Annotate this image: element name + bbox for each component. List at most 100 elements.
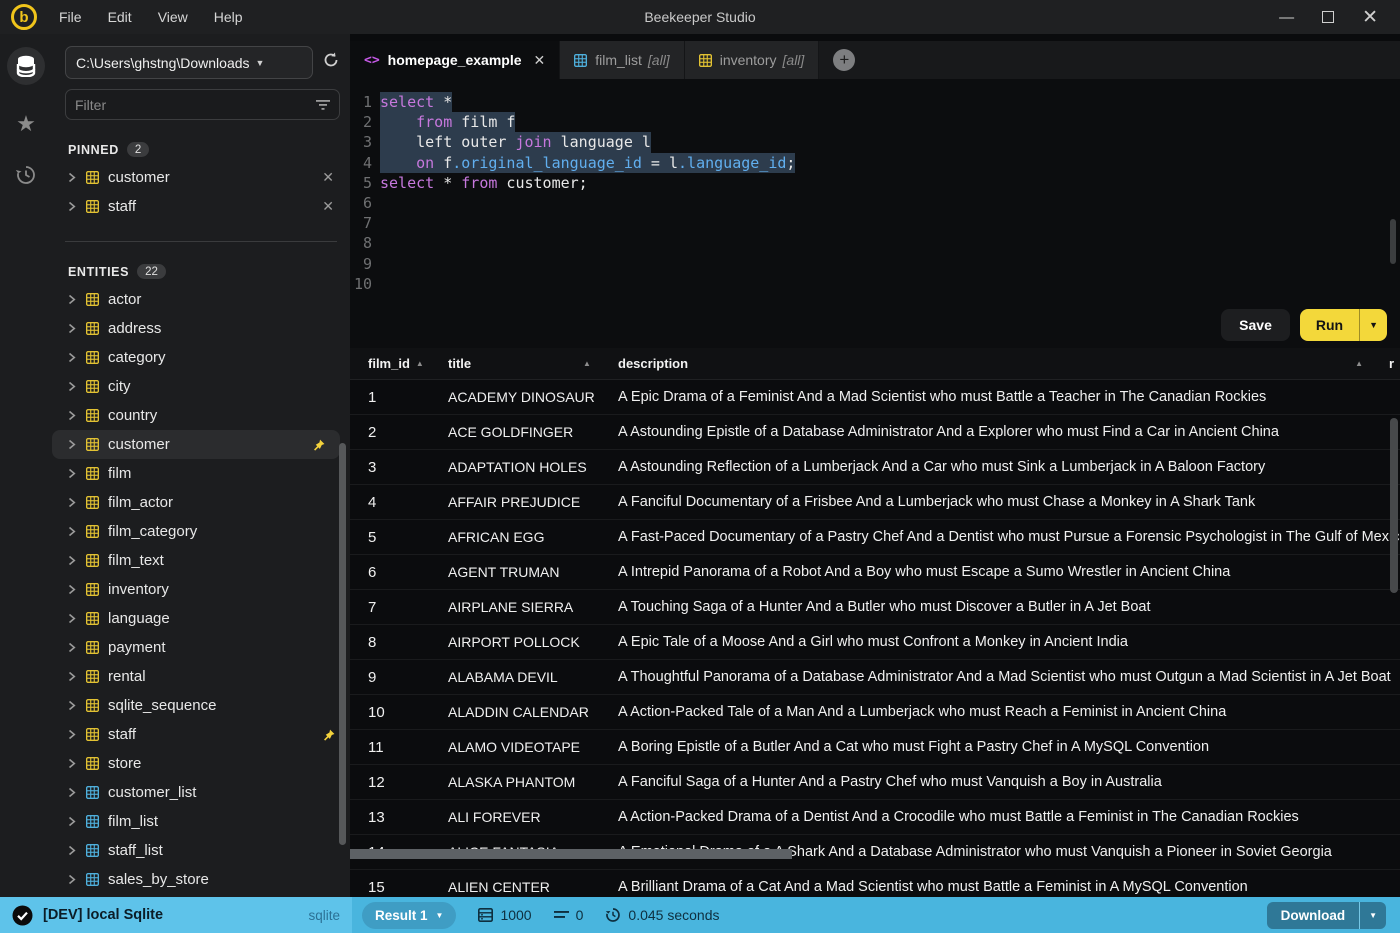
chevron-right-icon[interactable] (68, 758, 82, 769)
sidebar-item-film_list[interactable]: film_list (52, 807, 350, 836)
sidebar-scrollbar[interactable] (339, 443, 346, 845)
menu-file[interactable]: File (59, 9, 82, 25)
menu-edit[interactable]: Edit (108, 9, 132, 25)
pinned-item-staff[interactable]: staff ✕ (52, 192, 350, 221)
tab-homepage_example[interactable]: <> homepage_example ✕ (350, 41, 561, 79)
sort-arrow-icon[interactable]: ▲ (583, 359, 591, 368)
cell-film-id[interactable]: 4 (368, 494, 448, 511)
chevron-right-icon[interactable] (68, 584, 82, 595)
tab-close-icon[interactable]: ✕ (534, 52, 546, 69)
cell-title[interactable]: AIRPORT POLLOCK (448, 634, 618, 650)
editor-line-9[interactable]: 9 (350, 254, 1400, 274)
editor-line-2[interactable]: 2 from film f (350, 112, 1400, 133)
column-header-film_id[interactable]: film_id ▲ (368, 356, 448, 371)
minimize-icon[interactable]: — (1279, 10, 1294, 25)
table-row[interactable]: 3 ADAPTATION HOLES A Astounding Reflection… (350, 450, 1400, 485)
cell-description[interactable]: A Astounding Epistle of a Database Admin… (618, 424, 1400, 440)
chevron-right-icon[interactable] (68, 816, 82, 827)
chevron-right-icon[interactable] (68, 497, 82, 508)
sidebar-item-address[interactable]: address (52, 314, 350, 343)
sidebar-item-category[interactable]: category (52, 343, 350, 372)
cell-film-id[interactable]: 3 (368, 459, 448, 476)
cell-title[interactable]: ALAMO VIDEOTAPE (448, 739, 618, 755)
cell-description[interactable]: A Fanciful Documentary of a Frisbee And … (618, 494, 1400, 510)
column-header-description[interactable]: description (618, 356, 1400, 371)
cell-title[interactable]: ACE GOLDFINGER (448, 424, 618, 440)
download-dropdown-caret[interactable]: ▼ (1360, 901, 1386, 929)
table-row[interactable]: 1 ACADEMY DINOSAUR A Epic Drama of a Femin… (350, 380, 1400, 415)
chevron-right-icon[interactable] (68, 294, 82, 305)
cell-title[interactable]: AFFAIR PREJUDICE (448, 494, 618, 510)
cell-title[interactable]: ACADEMY DINOSAUR (448, 389, 618, 405)
chevron-right-icon[interactable] (68, 787, 82, 798)
maximize-icon[interactable] (1322, 11, 1335, 23)
cell-film-id[interactable]: 9 (368, 669, 448, 686)
refresh-button[interactable] (322, 51, 340, 74)
cell-film-id[interactable]: 10 (368, 704, 448, 721)
cell-description[interactable]: A Epic Drama of a Feminist And a Mad Sci… (618, 389, 1400, 405)
unpin-close-icon[interactable]: ✕ (322, 169, 334, 186)
table-row[interactable]: 6 AGENT TRUMAN A Intrepid Panorama of a Ro… (350, 555, 1400, 590)
chevron-right-icon[interactable] (68, 729, 82, 740)
editor-line-3[interactable]: 3 left outer join language l (350, 132, 1400, 153)
cell-description[interactable]: A Brilliant Drama of a Cat And a Mad Sci… (618, 879, 1400, 895)
cell-title[interactable]: ADAPTATION HOLES (448, 459, 618, 475)
chevron-right-icon[interactable] (68, 671, 82, 682)
run-button[interactable]: Run ▼ (1299, 309, 1387, 341)
pin-icon[interactable] (322, 728, 336, 742)
sort-arrow-icon[interactable]: ▲ (1355, 359, 1363, 368)
run-dropdown-caret[interactable]: ▼ (1360, 309, 1387, 341)
favorites-button[interactable]: ★ (0, 111, 52, 137)
chevron-right-icon[interactable] (68, 323, 82, 334)
cell-title[interactable]: ALADDIN CALENDAR (448, 704, 618, 720)
cell-title[interactable]: AFRICAN EGG (448, 529, 618, 545)
cell-film-id[interactable]: 1 (368, 389, 448, 406)
table-row[interactable]: 12 ALASKA PHANTOM A Fanciful Saga of a Hun… (350, 765, 1400, 800)
cell-description[interactable]: A Action-Packed Drama of a Dentist And a… (618, 809, 1400, 825)
cell-film-id[interactable]: 5 (368, 529, 448, 546)
sidebar-item-customer_list[interactable]: customer_list (52, 778, 350, 807)
chevron-right-icon[interactable] (68, 845, 82, 856)
sidebar-item-film[interactable]: film (52, 459, 350, 488)
cell-description[interactable]: A Touching Saga of a Hunter And a Butler… (618, 599, 1400, 615)
sidebar-item-rental[interactable]: rental (52, 662, 350, 691)
tab-inventory[interactable]: inventory [all] (684, 41, 820, 79)
tab-film_list[interactable]: film_list [all] (560, 41, 685, 79)
cell-description[interactable]: A Action-Packed Tale of a Man And a Lumb… (618, 704, 1400, 720)
sidebar-item-country[interactable]: country (52, 401, 350, 430)
database-panel-button[interactable] (7, 47, 45, 85)
sidebar-item-payment[interactable]: payment (52, 633, 350, 662)
chevron-right-icon[interactable] (68, 410, 82, 421)
sidebar-item-store[interactable]: store (52, 749, 350, 778)
cell-title[interactable]: ALIEN CENTER (448, 879, 618, 895)
connection-select[interactable]: C:\Users\ghstng\Downloads ▼ (65, 46, 313, 79)
table-row[interactable]: 2 ACE GOLDFINGER A Astounding Epistle of a… (350, 415, 1400, 450)
column-header-title[interactable]: title (448, 356, 618, 371)
results-horizontal-scrollbar[interactable] (350, 849, 792, 859)
new-tab-button[interactable]: + (833, 49, 856, 71)
download-button[interactable]: Download (1266, 901, 1360, 929)
run-button-label[interactable]: Run (1300, 309, 1359, 341)
chevron-right-icon[interactable] (68, 526, 82, 537)
sidebar-item-sales_by_store[interactable]: sales_by_store (52, 865, 350, 894)
pin-icon[interactable] (312, 438, 326, 452)
chevron-right-icon[interactable] (68, 468, 82, 479)
table-row[interactable]: 4 AFFAIR PREJUDICE A Fanciful Documentary … (350, 485, 1400, 520)
cell-title[interactable]: AIRPLANE SIERRA (448, 599, 618, 615)
history-button[interactable] (0, 163, 52, 187)
editor-line-5[interactable]: 5 select * from customer; (350, 173, 1400, 193)
chevron-right-icon[interactable] (68, 874, 82, 885)
sidebar-item-actor[interactable]: actor (52, 285, 350, 314)
table-row[interactable]: 5 AFRICAN EGG A Fast-Paced Documentary of … (350, 520, 1400, 555)
chevron-right-icon[interactable] (68, 381, 82, 392)
chevron-right-icon[interactable] (68, 172, 82, 183)
cell-title[interactable]: AGENT TRUMAN (448, 564, 618, 580)
result-selector-button[interactable]: Result 1 ▼ (362, 901, 457, 929)
table-row[interactable]: 7 AIRPLANE SIERRA A Touching Saga of a Hun… (350, 590, 1400, 625)
table-row[interactable]: 15 ALIEN CENTER A Brilliant Drama of a Cat… (350, 870, 1400, 897)
table-row[interactable]: 13 ALI FOREVER A Action-Packed Drama of a … (350, 800, 1400, 835)
editor-line-8[interactable]: 8 (350, 233, 1400, 253)
filter-input[interactable] (75, 96, 316, 113)
sidebar-item-customer[interactable]: customer (52, 430, 340, 459)
close-icon[interactable]: ✕ (1362, 8, 1378, 27)
